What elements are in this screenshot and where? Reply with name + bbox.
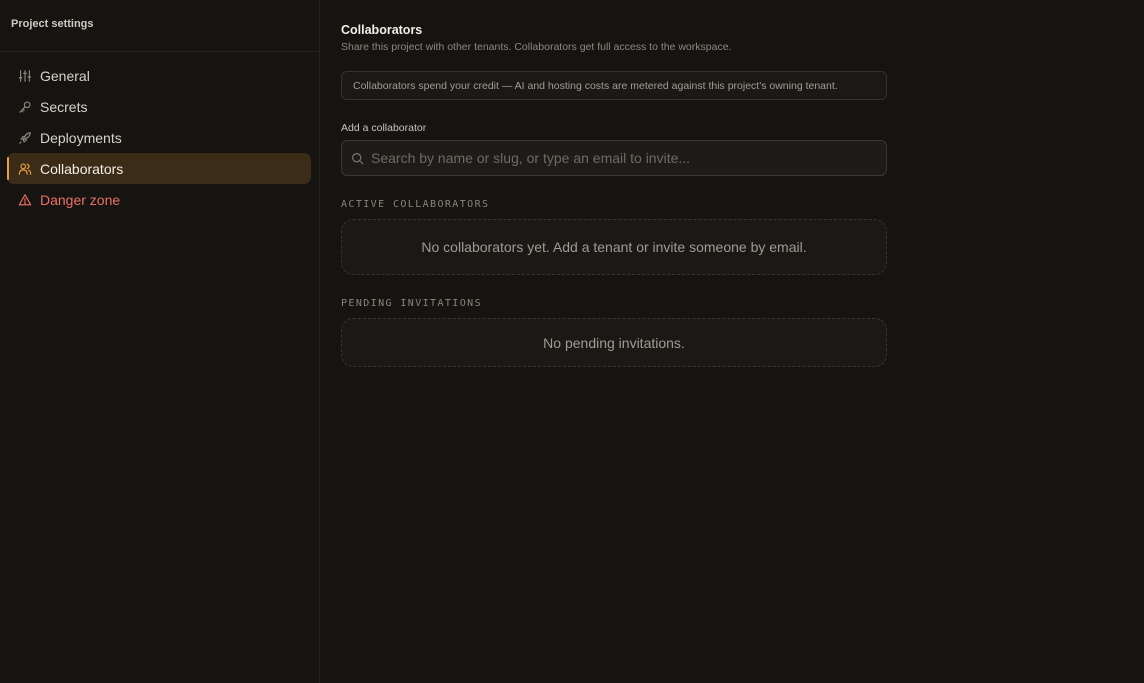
sidebar-item-collaborators[interactable]: Collaborators xyxy=(7,153,311,184)
warning-icon xyxy=(18,193,32,207)
credit-notice: Collaborators spend your credit — AI and… xyxy=(341,71,887,100)
pending-invitations-empty: No pending invitations. xyxy=(341,318,887,367)
search-field[interactable] xyxy=(341,140,887,176)
sliders-icon xyxy=(18,69,32,83)
settings-nav: General Secrets Deployments Collaborator… xyxy=(0,52,319,215)
sidebar-item-deployments[interactable]: Deployments xyxy=(7,122,311,153)
sidebar-item-label: Collaborators xyxy=(40,160,124,177)
sidebar-item-label: Danger zone xyxy=(40,191,121,208)
active-collaborators-empty: No collaborators yet. Add a tenant or in… xyxy=(341,219,887,275)
collaborators-panel: Collaborators Share this project with ot… xyxy=(341,0,887,367)
empty-state-text: No collaborators yet. Add a tenant or in… xyxy=(421,239,807,255)
sidebar-item-label: Deployments xyxy=(40,129,122,146)
sidebar-item-label: Secrets xyxy=(40,98,88,115)
add-collaborator-label: Add a collaborator xyxy=(341,122,427,134)
search-icon xyxy=(351,152,364,165)
sidebar-item-label: General xyxy=(40,67,90,84)
pending-invitations-heading: PENDING INVITATIONS xyxy=(341,298,482,309)
search-input[interactable] xyxy=(371,150,886,166)
rocket-icon xyxy=(18,131,32,145)
users-icon xyxy=(18,162,32,176)
sidebar-item-danger-zone[interactable]: Danger zone xyxy=(7,184,311,215)
sidebar-item-general[interactable]: General xyxy=(7,60,311,91)
key-icon xyxy=(18,100,32,114)
active-collaborators-heading: ACTIVE COLLABORATORS xyxy=(341,199,490,210)
page-subtitle: Share this project with other tenants. C… xyxy=(341,41,732,53)
settings-sidebar: Project settings General Secrets Deploym… xyxy=(0,0,320,683)
sidebar-item-secrets[interactable]: Secrets xyxy=(7,91,311,122)
empty-state-text: No pending invitations. xyxy=(543,334,685,351)
page-title: Collaborators xyxy=(341,23,423,37)
sidebar-title: Project settings xyxy=(0,0,319,52)
